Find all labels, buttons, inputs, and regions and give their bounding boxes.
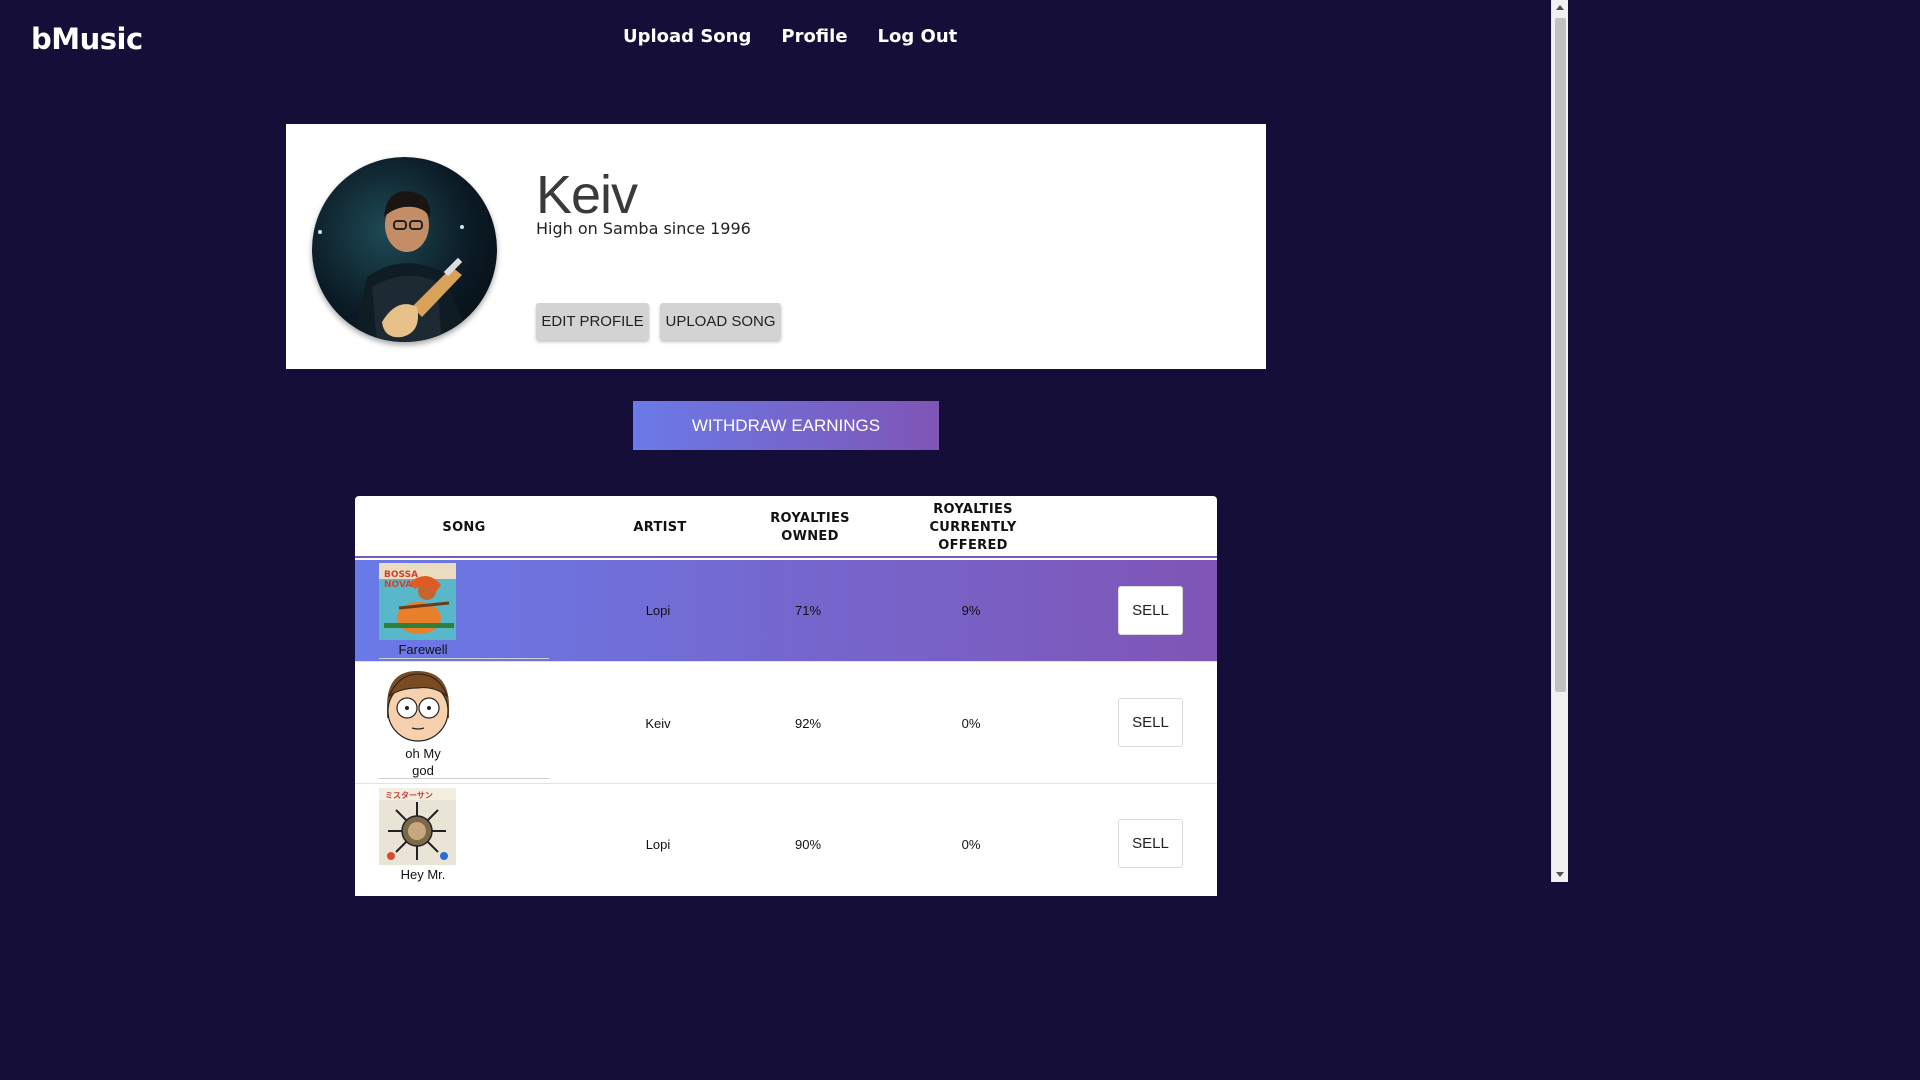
- withdraw-earnings-button[interactable]: WITHDRAW EARNINGS: [633, 401, 939, 450]
- top-nav: Upload Song Profile Log Out: [623, 26, 957, 47]
- artist-cell: Keiv: [645, 716, 671, 731]
- song-title: oh My god: [405, 746, 441, 778]
- svg-text:BOSSA: BOSSA: [384, 570, 418, 580]
- cartoon-face-cover: [379, 666, 456, 743]
- scroll-down-icon[interactable]: [1556, 872, 1564, 877]
- table-row[interactable]: ミスターサン Hey Mr. Lopi 90% 0% SELL: [355, 784, 1217, 896]
- royalties-owned-cell: 71%: [794, 603, 822, 618]
- column-header-song: SONG: [442, 520, 486, 535]
- table-row[interactable]: oh My god Keiv 92% 0% SELL: [355, 662, 1217, 784]
- artist-cell: Lopi: [645, 603, 671, 618]
- royalties-offered-cell: 0%: [961, 716, 981, 731]
- sell-button[interactable]: SELL: [1118, 586, 1183, 635]
- profile-avatar: [312, 157, 497, 342]
- scroll-up-icon[interactable]: [1556, 5, 1564, 10]
- sell-button[interactable]: SELL: [1118, 698, 1183, 747]
- royalties-offered-cell: 9%: [961, 603, 981, 618]
- profile-card: Keiv High on Samba since 1996 EDIT PROFI…: [286, 124, 1266, 369]
- profile-bio: High on Samba since 1996: [536, 219, 751, 238]
- sun-cover: ミスターサン: [379, 788, 456, 865]
- table-row[interactable]: BOSSA NOVA Farewell Lopi 71% 9% SELL: [355, 560, 1217, 662]
- column-header-royalties-owned: ROYALTIES OWNED: [770, 511, 850, 544]
- royalties-offered-cell: 0%: [961, 837, 981, 852]
- table-header: SONG ARTIST ROYALTIES OWNED ROYALTIES CURR…: [355, 496, 1217, 558]
- artist-cell: Lopi: [645, 837, 671, 852]
- brand-logo[interactable]: bMusic: [31, 22, 143, 56]
- svg-text:ミスターサン: ミスターサン: [385, 790, 433, 800]
- royalties-table: SONG ARTIST ROYALTIES OWNED ROYALTIES CURR…: [355, 496, 1217, 896]
- column-header-royalties-offered: ROYALTIES CURRENTLY OFFERED: [929, 502, 1017, 553]
- song-underline: [379, 778, 549, 779]
- nav-profile[interactable]: Profile: [781, 26, 847, 47]
- royalties-owned-cell: 90%: [794, 837, 822, 852]
- profile-avatar-image: [318, 191, 472, 342]
- nav-log-out[interactable]: Log Out: [878, 26, 958, 47]
- bossa-nova-cover: BOSSA NOVA: [379, 563, 456, 640]
- nav-upload-song[interactable]: Upload Song: [623, 26, 751, 47]
- svg-text:NOVA: NOVA: [384, 580, 412, 590]
- scrollbar-thumb[interactable]: [1555, 18, 1566, 692]
- column-header-artist: ARTIST: [633, 520, 687, 535]
- upload-song-button[interactable]: UPLOAD SONG: [660, 303, 781, 340]
- sell-button[interactable]: SELL: [1118, 819, 1183, 868]
- song-title: Farewell: [398, 642, 448, 657]
- royalties-owned-cell: 92%: [794, 716, 822, 731]
- song-title: Hey Mr.: [400, 867, 446, 882]
- profile-name: Keiv: [536, 165, 638, 225]
- edit-profile-button[interactable]: EDIT PROFILE: [536, 303, 649, 340]
- song-underline: [379, 658, 549, 659]
- page-scrollbar[interactable]: [1551, 0, 1568, 882]
